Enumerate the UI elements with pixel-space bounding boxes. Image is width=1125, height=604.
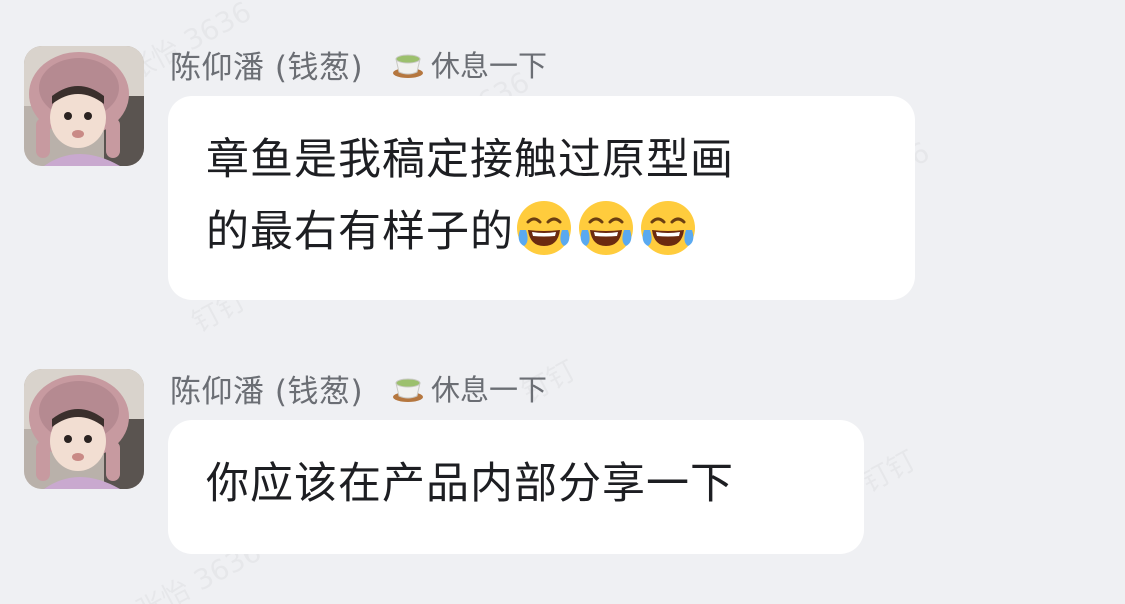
- status-text: 休息一下: [431, 373, 548, 407]
- watermark: 钉钉: [854, 439, 922, 501]
- avatar[interactable]: [24, 46, 144, 166]
- message-bubble[interactable]: 你应该在产品内部分享一下: [168, 420, 864, 554]
- avatar-image: [24, 46, 144, 166]
- sender-name[interactable]: 陈仰潘 (钱葱): [170, 42, 363, 87]
- tears-of-joy-emoji: [517, 201, 571, 255]
- sender-line: 陈仰潘 (钱葱) 休息一下: [170, 42, 547, 87]
- status: 休息一下: [391, 43, 547, 85]
- tears-of-joy-emoji: [579, 201, 633, 255]
- message-text: 你应该在产品内部分享一下: [206, 459, 734, 509]
- avatar[interactable]: [24, 369, 144, 489]
- sender-name[interactable]: 陈仰潘 (钱葱): [170, 366, 363, 411]
- message-text-line: 章鱼是我稿定接触过原型画: [206, 135, 734, 185]
- tea-cup-icon: [393, 54, 424, 78]
- status-text: 休息一下: [431, 49, 548, 83]
- tears-of-joy-emoji: [641, 201, 695, 255]
- tea-cup-icon: [393, 378, 424, 402]
- status: 休息一下: [391, 367, 547, 409]
- avatar-image: [24, 369, 144, 489]
- message-text: 的最右有样子的: [206, 207, 514, 257]
- sender-line: 陈仰潘 (钱葱) 休息一下: [170, 366, 547, 411]
- message-text-line: 的最右有样子的: [206, 196, 877, 268]
- message-bubble[interactable]: 章鱼是我稿定接触过原型画 的最右有样子的: [168, 96, 915, 300]
